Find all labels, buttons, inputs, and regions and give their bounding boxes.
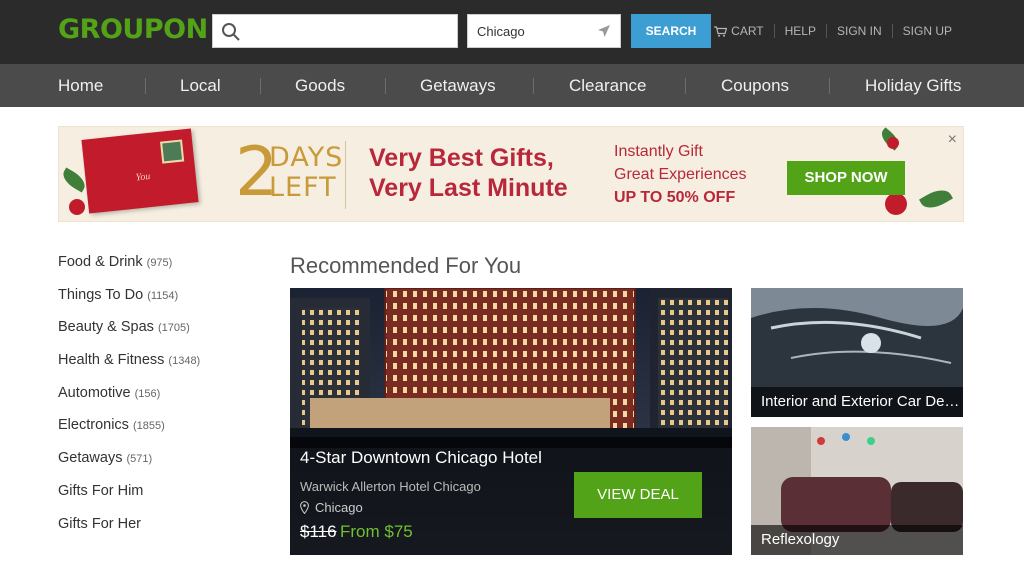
main-nav: Home Local Goods Getaways Clearance Coup… — [0, 64, 1024, 107]
original-price: $116 — [300, 522, 337, 541]
top-bar: GROUPON SEARCH CART HELP SIGN IN SIGN UP — [0, 0, 1024, 64]
nav-divider — [145, 78, 146, 94]
sign-up-link[interactable]: SIGN UP — [891, 24, 962, 38]
category-count: (1705) — [157, 322, 190, 335]
envelope-text: You — [135, 170, 151, 184]
deal-card-reflexology[interactable]: Reflexology — [751, 427, 963, 555]
nav-getaways[interactable]: Getaways — [420, 64, 496, 107]
groupon-logo[interactable]: GROUPON — [58, 14, 208, 45]
deal-merchant: Warwick Allerton Hotel Chicago — [300, 479, 481, 494]
search-box[interactable] — [212, 14, 458, 48]
category-sidebar: Food & Drink (975) Things To Do (1154) B… — [58, 254, 258, 548]
banner-divider — [345, 141, 346, 209]
category-label: Automotive — [58, 384, 131, 401]
view-deal-button[interactable]: VIEW DEAL — [574, 472, 702, 518]
deal-title[interactable]: 4-Star Downtown Chicago Hotel — [300, 448, 542, 468]
category-label: Health & Fitness — [58, 352, 165, 369]
deal-card-caption: Reflexology — [751, 525, 963, 555]
category-gifts-for-him[interactable]: Gifts For Him — [58, 483, 258, 516]
category-count: (571) — [126, 453, 153, 466]
location-arrow-icon[interactable] — [597, 24, 611, 38]
banner-subline-1: Instantly Gift — [614, 143, 703, 160]
deal-price: From $75 — [340, 522, 413, 541]
nav-goods[interactable]: Goods — [295, 64, 345, 107]
category-label: Food & Drink — [58, 254, 143, 270]
headline-line-1: Very Best Gifts, — [369, 144, 554, 172]
category-label: Beauty & Spas — [58, 319, 154, 336]
nav-local[interactable]: Local — [180, 64, 221, 107]
category-label: Electronics — [58, 417, 129, 434]
gift-envelope-image: You — [81, 128, 199, 214]
poinsettia-decoration — [885, 193, 907, 215]
search-button[interactable]: SEARCH — [631, 14, 711, 48]
category-electronics[interactable]: Electronics (1855) — [58, 417, 258, 450]
sign-in-link[interactable]: SIGN IN — [825, 24, 892, 38]
search-icon — [222, 23, 240, 41]
holly-leaf-decoration — [919, 184, 953, 214]
deal-location-label: Chicago — [315, 500, 363, 515]
deal-card-car-detailing[interactable]: Interior and Exterior Car Detailing — [751, 288, 963, 417]
poinsettia-decoration — [69, 199, 85, 215]
days-word: DAYS — [269, 142, 344, 173]
account-links: CART HELP SIGN IN SIGN UP — [704, 24, 962, 38]
nav-home[interactable]: Home — [58, 64, 103, 107]
cart-link[interactable]: CART — [704, 24, 773, 38]
poinsettia-decoration — [887, 137, 899, 149]
category-gifts-for-her[interactable]: Gifts For Her — [58, 516, 258, 549]
nav-divider — [829, 78, 830, 94]
nav-coupons[interactable]: Coupons — [721, 64, 789, 107]
banner-subline-2: Great Experiences — [614, 166, 747, 183]
category-count: (156) — [134, 387, 161, 400]
nav-divider — [685, 78, 686, 94]
banner-headline: Very Best Gifts, Very Last Minute — [369, 143, 568, 203]
category-beauty-spas[interactable]: Beauty & Spas (1705) — [58, 319, 258, 352]
search-input[interactable] — [247, 15, 452, 47]
recommended-heading: Recommended For You — [290, 253, 522, 278]
help-link[interactable]: HELP — [773, 24, 826, 38]
category-label: Things To Do — [58, 286, 144, 303]
cart-icon — [714, 25, 728, 37]
category-things-to-do[interactable]: Things To Do (1154) — [58, 287, 258, 320]
holiday-promo-banner[interactable]: You 2 DAYS LEFT Very Best Gifts, Very La… — [58, 126, 964, 222]
category-label: Gifts For Him — [58, 482, 144, 499]
location-input[interactable] — [477, 15, 592, 47]
category-automotive[interactable]: Automotive (156) — [58, 385, 258, 418]
category-label: Gifts For Her — [58, 515, 141, 532]
cart-label: CART — [731, 24, 764, 38]
nav-divider — [385, 78, 386, 94]
nav-clearance[interactable]: Clearance — [569, 64, 647, 107]
category-count: (1855) — [132, 420, 165, 433]
banner-discount: UP TO 50% OFF — [614, 189, 736, 206]
deal-location: Chicago — [300, 500, 363, 515]
category-label: Getaways — [58, 450, 123, 467]
featured-deal-card[interactable]: 4-Star Downtown Chicago Hotel Warwick Al… — [290, 288, 732, 555]
nav-divider — [260, 78, 261, 94]
headline-line-2: Very Last Minute — [369, 174, 568, 202]
category-count: (975) — [146, 257, 173, 269]
location-box[interactable] — [467, 14, 621, 48]
deal-card-caption: Interior and Exterior Car Detailing — [751, 387, 963, 417]
category-getaways[interactable]: Getaways (571) — [58, 450, 258, 483]
stamp-image — [160, 139, 185, 164]
category-count: (1348) — [168, 355, 201, 368]
category-count: (1154) — [147, 289, 179, 302]
category-health-fitness[interactable]: Health & Fitness (1348) — [58, 352, 258, 385]
location-pin-icon — [300, 501, 309, 514]
close-icon[interactable]: × — [948, 131, 957, 149]
shop-now-button[interactable]: SHOP NOW — [787, 161, 905, 195]
nav-divider — [533, 78, 534, 94]
nav-holiday-gifts[interactable]: Holiday Gifts — [865, 64, 961, 107]
category-food-drink[interactable]: Food & Drink (975) — [58, 254, 258, 287]
left-word: LEFT — [269, 172, 337, 203]
